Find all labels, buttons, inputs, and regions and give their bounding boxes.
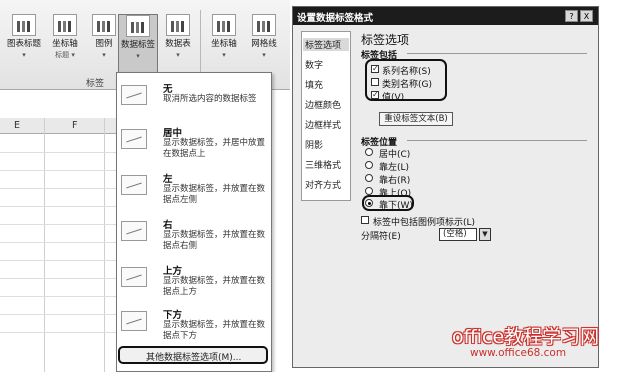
position-right-radio[interactable] bbox=[365, 174, 373, 182]
menu-item-left[interactable]: 左 显示数据标签，并放置在数据点左侧 bbox=[117, 169, 271, 215]
axes-icon bbox=[212, 14, 236, 36]
category-number[interactable]: 数字 bbox=[305, 58, 323, 71]
category-name-label: 类别名称(G) bbox=[382, 80, 432, 90]
label-below-icon bbox=[121, 311, 147, 331]
gridline bbox=[0, 296, 118, 297]
gridline bbox=[0, 170, 118, 171]
excel-left-pane: 图表标题 ▾ 坐标轴 标题 ▾ 图例 ▾ 数据标签 ▾ 数据表 ▾ 坐标轴 ▾ bbox=[0, 0, 290, 372]
series-name-label: 系列名称(S) bbox=[382, 67, 431, 77]
gridlines-icon bbox=[252, 14, 276, 36]
reset-label-text-button[interactable]: 重设标签文本(B) bbox=[379, 112, 453, 126]
label-none-icon bbox=[121, 85, 147, 105]
category-alignment[interactable]: 对齐方式 bbox=[305, 178, 341, 191]
axis-title-icon bbox=[53, 14, 77, 36]
category-border-color[interactable]: 边框颜色 bbox=[305, 98, 341, 111]
data-labels-icon bbox=[126, 15, 150, 37]
format-data-labels-dialog: 设置数据标签格式 ? X 标签选项 数字 填充 边框颜色 边框样式 阴影 三维格… bbox=[292, 6, 599, 368]
position-left-radio[interactable] bbox=[365, 161, 373, 169]
position-center-label: 居中(C) bbox=[379, 150, 411, 160]
legend-key-checkbox[interactable] bbox=[361, 216, 369, 224]
separator-label: 分隔符(E) bbox=[361, 232, 401, 242]
value-label: 值(V) bbox=[382, 93, 405, 103]
category-3d-format[interactable]: 三维格式 bbox=[305, 158, 341, 171]
menu-item-center[interactable]: 居中 显示数据标签，并居中放置在数据点上 bbox=[117, 123, 271, 169]
chevron-down-icon[interactable]: ▼ bbox=[479, 228, 491, 241]
gridline bbox=[0, 188, 118, 189]
gridline bbox=[0, 224, 118, 225]
chart-title-button[interactable]: 图表标题 ▾ bbox=[4, 14, 44, 74]
ribbon-separator bbox=[200, 10, 201, 78]
data-table-icon bbox=[166, 14, 190, 36]
divider bbox=[407, 53, 587, 54]
more-data-label-options-button[interactable]: 其他数据标签选项(M)... bbox=[118, 346, 268, 364]
series-name-checkbox[interactable]: ✓ bbox=[371, 65, 379, 73]
data-labels-button[interactable]: 数据标签 ▾ bbox=[118, 14, 158, 74]
gridline bbox=[0, 278, 118, 279]
gridline bbox=[0, 332, 118, 333]
axis-title-button[interactable]: 坐标轴 标题 ▾ bbox=[45, 14, 85, 74]
watermark-title: office教程学习网 bbox=[452, 326, 600, 348]
label-center-icon bbox=[121, 129, 147, 149]
menu-item-above[interactable]: 上方 显示数据标签，并放置在数据点上方 bbox=[117, 261, 271, 307]
category-shadow[interactable]: 阴影 bbox=[305, 138, 323, 151]
dialog-titlebar: 设置数据标签格式 ? X bbox=[293, 7, 598, 25]
label-right-icon bbox=[121, 221, 147, 241]
value-checkbox[interactable]: ✓ bbox=[371, 91, 379, 99]
separator-select[interactable]: (空格) bbox=[439, 228, 477, 241]
menu-item-right[interactable]: 右 显示数据标签，并放置在数据点右侧 bbox=[117, 215, 271, 261]
position-left-label: 靠左(L) bbox=[379, 163, 410, 173]
axes-button[interactable]: 坐标轴 ▾ bbox=[204, 14, 244, 74]
gridline bbox=[0, 242, 118, 243]
gridline bbox=[0, 260, 118, 261]
position-below-label: 靠下(W) bbox=[379, 201, 413, 211]
category-label-options[interactable]: 标签选项 bbox=[303, 38, 349, 51]
legend-icon bbox=[92, 14, 116, 36]
gridline bbox=[0, 206, 118, 207]
category-fill[interactable]: 填充 bbox=[305, 78, 323, 91]
help-button[interactable]: ? bbox=[565, 10, 578, 22]
dialog-title: 设置数据标签格式 bbox=[297, 13, 374, 24]
label-options-panel: 标签选项 标签包括 ✓ 系列名称(S) 类别名称(G) ✓ 值(V) 重设标签文… bbox=[357, 31, 593, 361]
column-header-e[interactable]: E bbox=[14, 120, 20, 131]
data-labels-menu: 无 取消所选内容的数据标签 居中 显示数据标签，并居中放置在数据点上 左 显示数… bbox=[116, 72, 272, 372]
gridline bbox=[0, 314, 118, 315]
position-right-label: 靠右(R) bbox=[379, 176, 411, 186]
gridlines-button[interactable]: 网格线 ▾ bbox=[244, 14, 284, 74]
gridline bbox=[0, 152, 118, 153]
category-border-style[interactable]: 边框样式 bbox=[305, 118, 341, 131]
position-above-radio[interactable] bbox=[365, 187, 373, 195]
label-above-icon bbox=[121, 267, 147, 287]
position-center-radio[interactable] bbox=[365, 148, 373, 156]
section-title: 标签选项 bbox=[361, 33, 410, 47]
menu-item-below[interactable]: 下方 显示数据标签，并放置在数据点下方 bbox=[117, 305, 271, 351]
label-left-icon bbox=[121, 175, 147, 195]
column-header-f[interactable]: F bbox=[72, 120, 77, 131]
column-header-row: E F bbox=[0, 118, 120, 134]
category-name-checkbox[interactable] bbox=[371, 78, 379, 86]
data-table-button[interactable]: 数据表 ▾ bbox=[158, 14, 198, 74]
close-button[interactable]: X bbox=[580, 10, 593, 22]
menu-item-none[interactable]: 无 取消所选内容的数据标签 bbox=[117, 79, 271, 125]
gridline bbox=[104, 118, 105, 372]
chart-title-icon bbox=[12, 14, 36, 36]
legend-key-label: 标签中包括图例项标示(L) bbox=[373, 218, 476, 228]
ribbon-group-label: 标签 bbox=[86, 79, 105, 89]
position-below-radio[interactable] bbox=[365, 199, 373, 207]
watermark-url: www.office68.com bbox=[470, 347, 567, 359]
gridline bbox=[44, 118, 45, 372]
divider bbox=[407, 140, 587, 141]
category-list: 标签选项 数字 填充 边框颜色 边框样式 阴影 三维格式 对齐方式 bbox=[301, 31, 351, 201]
